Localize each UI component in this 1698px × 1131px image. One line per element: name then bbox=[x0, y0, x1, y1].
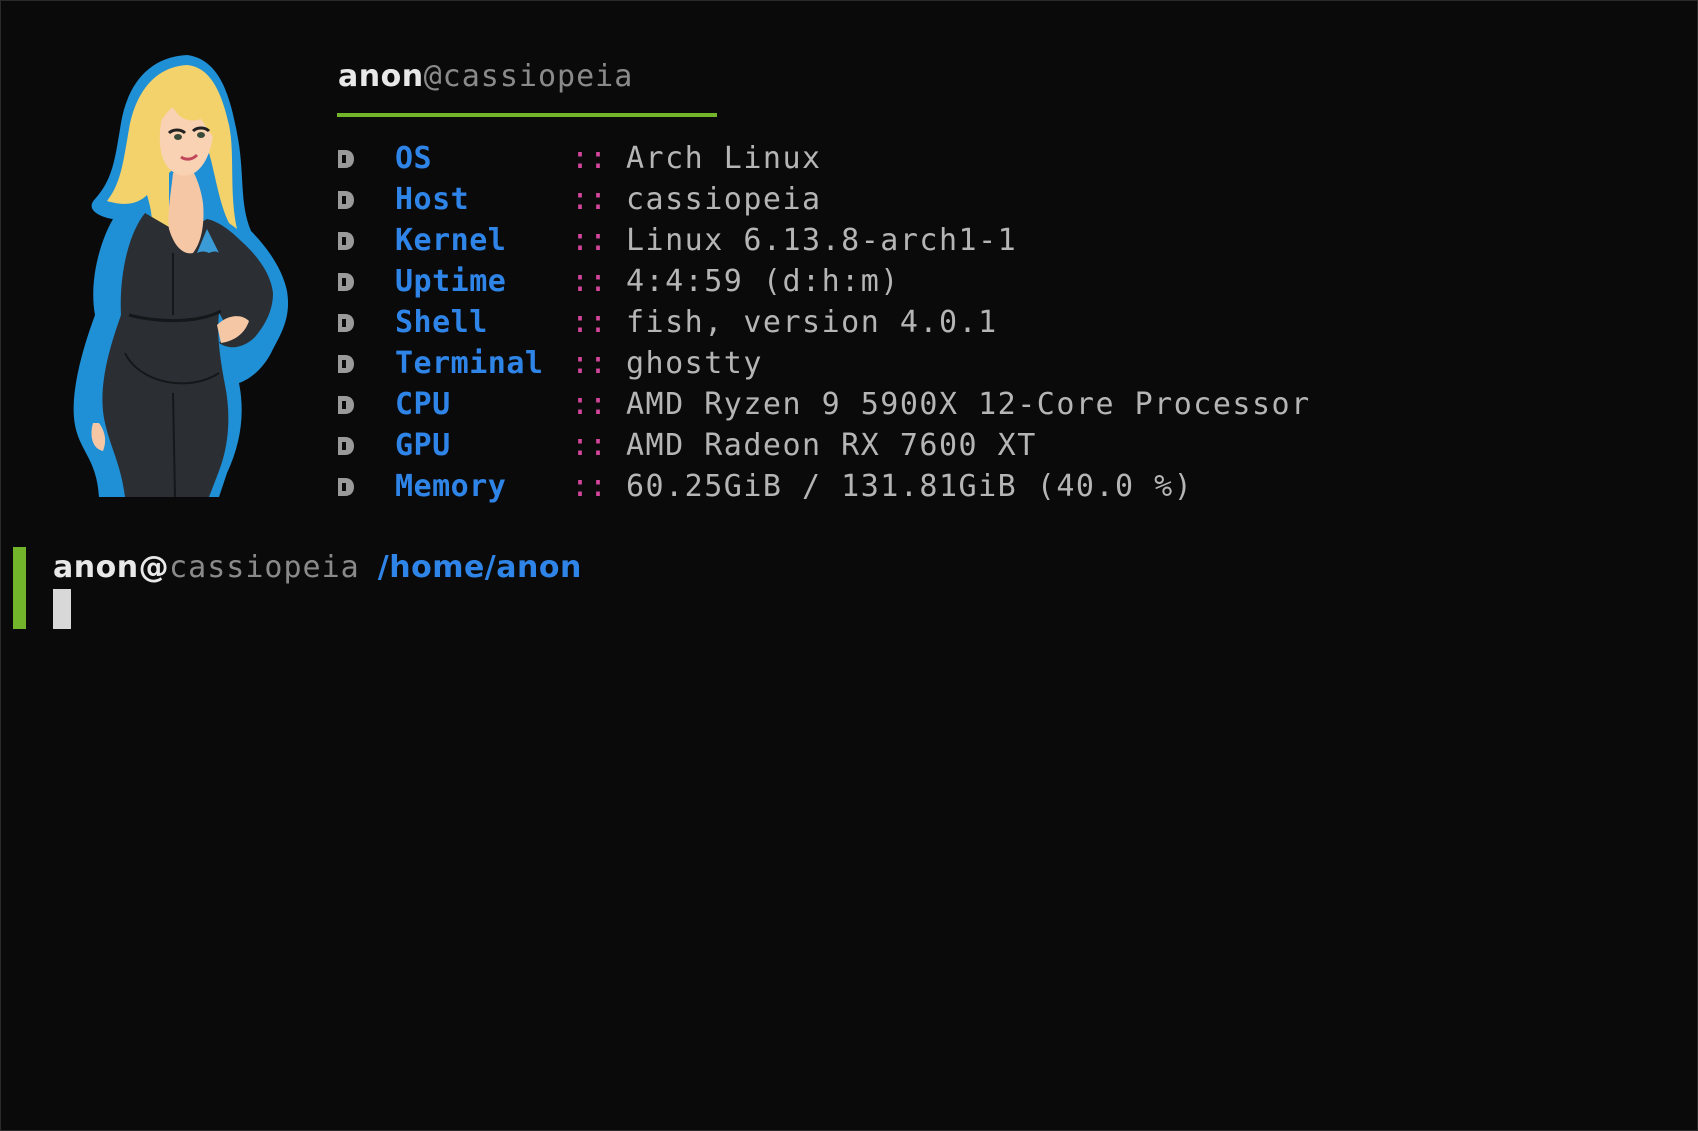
prompt-user: anon@ bbox=[53, 550, 170, 585]
disk-bullet-icon bbox=[337, 231, 395, 251]
info-row-uptime: Uptime :: 4:4:59 (d:h:m) bbox=[337, 261, 1311, 302]
info-value: fish, version 4.0.1 bbox=[626, 305, 998, 340]
shell-prompt: anon@cassiopeia /home/anon bbox=[53, 548, 582, 588]
disk-bullet-icon bbox=[337, 436, 395, 456]
info-value: Linux 6.13.8-arch1-1 bbox=[626, 223, 1018, 258]
info-separator: :: bbox=[571, 428, 608, 463]
info-value: Arch Linux bbox=[626, 141, 822, 176]
terminal-window[interactable]: anon@cassiopeia OS :: Arch Linux Host ::… bbox=[0, 0, 1698, 1131]
prompt-path: /home/anon bbox=[377, 550, 582, 585]
prompt-host: cassiopeia bbox=[169, 550, 360, 585]
info-separator: :: bbox=[571, 264, 608, 299]
text-cursor[interactable] bbox=[53, 589, 71, 629]
info-row-terminal: Terminal :: ghostty bbox=[337, 343, 1311, 384]
info-row-kernel: Kernel :: Linux 6.13.8-arch1-1 bbox=[337, 220, 1311, 261]
info-row-host: Host :: cassiopeia bbox=[337, 179, 1311, 220]
info-row-cpu: CPU :: AMD Ryzen 9 5900X 12-Core Process… bbox=[337, 384, 1311, 425]
header-user: anon bbox=[338, 59, 424, 94]
info-value: cassiopeia bbox=[626, 182, 822, 217]
info-separator: :: bbox=[571, 346, 608, 381]
info-key: Shell bbox=[395, 305, 488, 340]
info-key: Memory bbox=[395, 469, 507, 504]
info-value: ghostty bbox=[626, 346, 763, 381]
info-value: 4:4:59 (d:h:m) bbox=[626, 264, 900, 299]
system-info-list: OS :: Arch Linux Host :: cassiopeia Kern… bbox=[337, 138, 1311, 507]
info-value: AMD Radeon RX 7600 XT bbox=[626, 428, 1037, 463]
info-separator: :: bbox=[571, 305, 608, 340]
info-separator: :: bbox=[571, 182, 608, 217]
info-separator: :: bbox=[571, 141, 608, 176]
info-separator: :: bbox=[571, 223, 608, 258]
disk-bullet-icon bbox=[337, 354, 395, 374]
info-separator: :: bbox=[571, 469, 608, 504]
disk-bullet-icon bbox=[337, 395, 395, 415]
info-key: CPU bbox=[395, 387, 451, 422]
info-key: Kernel bbox=[395, 223, 507, 258]
info-row-os: OS :: Arch Linux bbox=[337, 138, 1311, 179]
disk-bullet-icon bbox=[337, 313, 395, 333]
info-key: Host bbox=[395, 182, 470, 217]
disk-bullet-icon bbox=[337, 272, 395, 292]
disk-bullet-icon bbox=[337, 477, 395, 497]
info-value: AMD Ryzen 9 5900X 12-Core Processor bbox=[626, 387, 1311, 422]
header-divider bbox=[337, 113, 717, 117]
disk-bullet-icon bbox=[337, 190, 395, 210]
avatar bbox=[73, 55, 289, 497]
info-key: GPU bbox=[395, 428, 451, 463]
fetch-header: anon@cassiopeia bbox=[338, 57, 633, 97]
header-host: @cassiopeia bbox=[423, 59, 634, 94]
info-key: OS bbox=[395, 141, 433, 176]
info-row-gpu: GPU :: AMD Radeon RX 7600 XT bbox=[337, 425, 1311, 466]
prompt-indicator-bar bbox=[13, 547, 26, 629]
info-value: 60.25GiB / 131.81GiB (40.0 %) bbox=[626, 469, 1194, 504]
info-row-shell: Shell :: fish, version 4.0.1 bbox=[337, 302, 1311, 343]
info-key: Uptime bbox=[395, 264, 507, 299]
info-key: Terminal bbox=[395, 346, 544, 381]
info-separator: :: bbox=[571, 387, 608, 422]
disk-bullet-icon bbox=[337, 149, 395, 169]
info-row-memory: Memory :: 60.25GiB / 131.81GiB (40.0 %) bbox=[337, 466, 1311, 507]
